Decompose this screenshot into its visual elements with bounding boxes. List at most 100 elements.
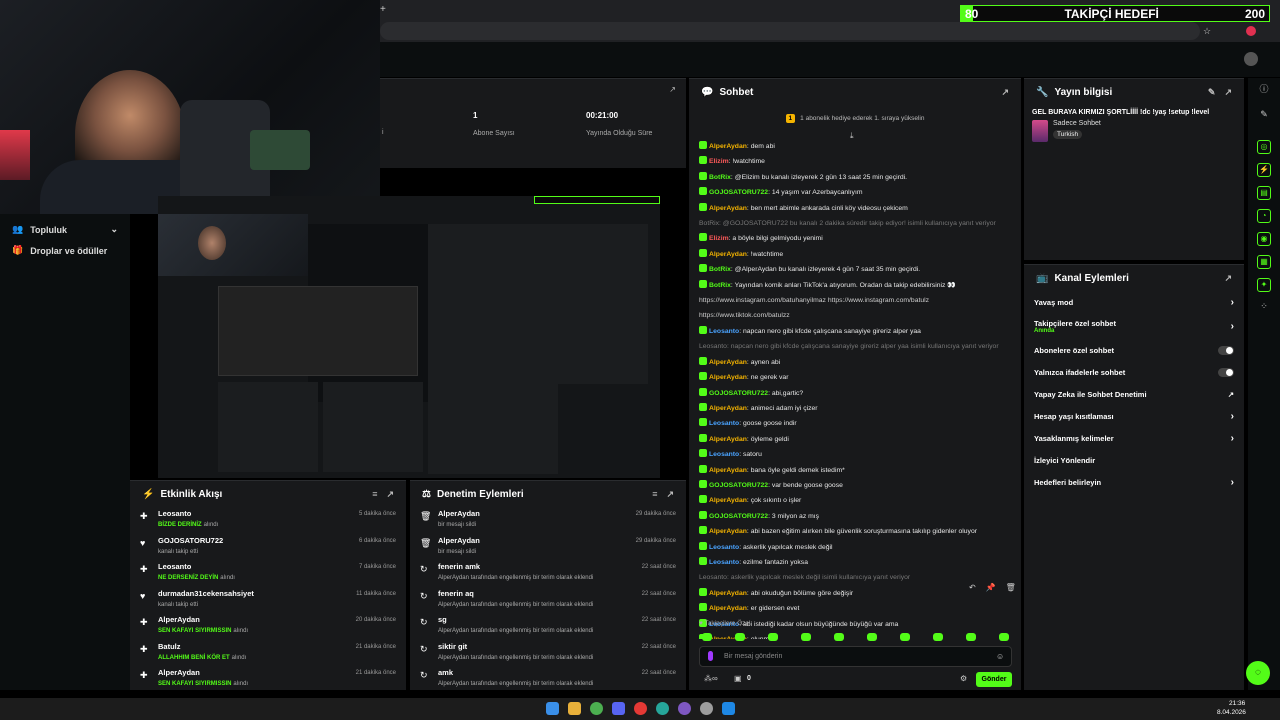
chevron-right-icon[interactable]: ›: [1231, 411, 1234, 422]
moderation-item[interactable]: ↻ sg AlperAydan tarafından engellenmiş bir…: [410, 613, 686, 640]
chat-username[interactable]: AlperAydan: [709, 497, 747, 504]
settings-gear-icon[interactable]: ⚙: [960, 674, 967, 683]
chat-message[interactable]: Leosanto: napcan nero gibi kfcde çalışca…: [689, 339, 1021, 354]
chat-message[interactable]: BotRix: @AlperAydan bu kanalı izleyerek …: [689, 262, 1021, 277]
emote-icon[interactable]: [867, 633, 877, 641]
chat-message[interactable]: GOJOSATORU722: abi,gartic?: [689, 386, 1021, 401]
package-icon[interactable]: ▣: [734, 674, 742, 683]
channel-action-item[interactable]: İzleyici Yönlendir: [1024, 449, 1244, 471]
chat-message[interactable]: AlperAydan: ne gerek var: [689, 370, 1021, 385]
chat-message[interactable]: https://www.tiktok.com/batulzz: [689, 308, 1021, 323]
event-item[interactable]: ✚ Leosanto BİZDE DERİNİZ alındı 5 dakika ön…: [130, 507, 406, 534]
chat-message[interactable]: Leosanto: satoru: [689, 447, 1021, 462]
filter-icon[interactable]: ≡: [372, 489, 377, 500]
bookmark-star-icon[interactable]: ☆: [1203, 26, 1211, 37]
event-item[interactable]: ✚ AlperAydan SEN KAFAYI SIYIRMISSIN alındı…: [130, 613, 406, 640]
chat-message[interactable]: Elizim: !watchtime: [689, 154, 1021, 169]
chat-message[interactable]: AlperAydan: çok sıkıntı o işler: [689, 493, 1021, 508]
expand-icon[interactable]: ↗: [669, 85, 676, 94]
user-avatar[interactable]: [1244, 52, 1258, 66]
moderation-item[interactable]: ↻ amk AlperAydan tarafından engellenmiş bi…: [410, 666, 686, 693]
send-button[interactable]: Gönder: [976, 672, 1012, 687]
chat-message[interactable]: Elizim: a böyle bilgi gelmiyodu yenimi: [689, 231, 1021, 246]
event-item[interactable]: ✚ Leosanto NE DERSENİZ DEYİN alındı 7 dakik…: [130, 560, 406, 587]
profile-avatar[interactable]: [1246, 26, 1256, 36]
chat-message[interactable]: AlperAydan: dem abi: [689, 139, 1021, 154]
chat-input[interactable]: Bir mesaj gönderin: [699, 646, 1012, 667]
filter-icon[interactable]: ≡: [652, 489, 657, 500]
chat-username[interactable]: Leosanto: [709, 328, 739, 335]
chevron-right-icon[interactable]: ›: [1231, 321, 1234, 332]
chat-bubble-icon[interactable]: ◔: [1257, 209, 1271, 223]
chat-username[interactable]: AlperAydan: [709, 605, 747, 612]
channel-action-item[interactable]: Yasaklanmış kelimeler ›: [1024, 427, 1244, 449]
pinned-gift-banner[interactable]: 1 1 abonelik hediye ederek 1. sıraya yük…: [689, 109, 1021, 127]
expand-icon[interactable]: ↗: [1001, 87, 1009, 98]
edit-pencil-icon[interactable]: ✎: [1208, 87, 1216, 98]
chat-message[interactable]: AlperAydan: animeci adam iyi çizer: [689, 401, 1021, 416]
moderation-item[interactable]: ↻ fenerin aq AlperAydan tarafından engelle…: [410, 587, 686, 614]
emote-icon[interactable]: [999, 633, 1009, 641]
chat-message[interactable]: Leosanto: askerlik yapılcak meslek değil: [689, 540, 1021, 555]
chat-message[interactable]: https://www.instagram.com/batuhanyilmaz …: [689, 293, 1021, 308]
external-link-icon[interactable]: ↗: [1228, 390, 1234, 399]
chat-username[interactable]: AlperAydan: [709, 436, 747, 443]
chat-username[interactable]: Leosanto: [709, 544, 739, 551]
emote-icon[interactable]: [933, 633, 943, 641]
chat-username[interactable]: AlperAydan: [709, 590, 747, 597]
chevron-down-icon[interactable]: ⌄: [110, 224, 118, 235]
chat-username[interactable]: AlperAydan: [709, 143, 747, 150]
chat-username[interactable]: GOJOSATORU722: [709, 189, 768, 196]
chat-username[interactable]: Leosanto: [709, 420, 739, 427]
emoji-icon[interactable]: ☺: [996, 652, 1004, 661]
edge-icon[interactable]: [656, 702, 669, 715]
moderation-item[interactable]: ↻ siktir git AlperAydan tarafından engelle…: [410, 640, 686, 667]
chat-message[interactable]: AlperAydan: !watchtime: [689, 247, 1021, 262]
chat-username[interactable]: AlperAydan: [709, 405, 747, 412]
document-icon[interactable]: ▤: [1257, 186, 1271, 200]
expand-icon[interactable]: ↗: [386, 489, 394, 500]
expand-icon[interactable]: ↗: [1224, 87, 1232, 98]
discord-icon[interactable]: [612, 702, 625, 715]
chat-username[interactable]: GOJOSATORU722: [709, 513, 768, 520]
sidebar-item-drops[interactable]: 🎁 Droplar ve ödüller: [0, 240, 130, 261]
emote-icon[interactable]: [834, 633, 844, 641]
chat-message[interactable]: AlperAydan: öyleme geldi: [689, 432, 1021, 447]
lightning-icon[interactable]: ⚡: [1257, 163, 1271, 177]
chat-username[interactable]: Elizim: [709, 158, 729, 165]
chat-message[interactable]: GOJOSATORU722: 14 yaşım var Azerbaycanlı…: [689, 185, 1021, 200]
chat-message[interactable]: BotRix: Yayından komik anları TikTok'a a…: [689, 278, 1021, 293]
new-tab-icon[interactable]: +: [380, 4, 386, 15]
chat-message[interactable]: BotRix: @GOJOSATORU722 bu kanalı 2 dakik…: [689, 216, 1021, 231]
info-icon[interactable]: ⓘ: [1248, 82, 1280, 95]
pin-icon[interactable]: 📌: [986, 583, 996, 592]
chat-username[interactable]: BotRix: [709, 282, 731, 289]
chat-username[interactable]: GOJOSATORU722: [709, 482, 768, 489]
broadcast-icon[interactable]: ◉: [1257, 232, 1271, 246]
help-chat-button[interactable]: ◌: [1246, 661, 1270, 685]
chat-username[interactable]: AlperAydan: [709, 528, 747, 535]
obs-icon[interactable]: [678, 702, 691, 715]
chat-username[interactable]: Leosanto: [709, 559, 739, 566]
chat-username[interactable]: Elizim: [709, 235, 729, 242]
chat-username[interactable]: Leosanto: [709, 451, 739, 458]
emote-icon[interactable]: [966, 633, 976, 641]
chevron-right-icon[interactable]: ›: [1231, 433, 1234, 444]
edit-pencil-icon[interactable]: ✎: [1248, 109, 1280, 120]
emote-icon[interactable]: [900, 633, 910, 641]
event-item[interactable]: ♥ durmadan31cekensahsiyet kanalı takip et…: [130, 587, 406, 614]
more-icon[interactable]: ⁘: [1248, 301, 1280, 312]
address-bar[interactable]: [380, 22, 1200, 40]
emote-icon[interactable]: [702, 633, 712, 641]
chat-message[interactable]: Leosanto: goose goose indir: [689, 416, 1021, 431]
camera-icon[interactable]: ◎: [1257, 140, 1271, 154]
taskbar-date[interactable]: 8.04.2026: [1217, 709, 1246, 716]
file-explorer-icon[interactable]: [568, 702, 581, 715]
channel-action-item[interactable]: Yalnızca ifadelerle sohbet: [1024, 361, 1244, 383]
channel-action-item[interactable]: Takipçilere özel sohbet Anında ›: [1024, 313, 1244, 339]
chat-message[interactable]: GOJOSATORU722: 3 milyon az mış: [689, 509, 1021, 524]
windows-start-icon[interactable]: [546, 702, 559, 715]
reply-icon[interactable]: ↶: [969, 583, 976, 592]
expand-icon[interactable]: ↗: [1224, 273, 1232, 284]
chat-username[interactable]: BotRix: [709, 174, 731, 181]
